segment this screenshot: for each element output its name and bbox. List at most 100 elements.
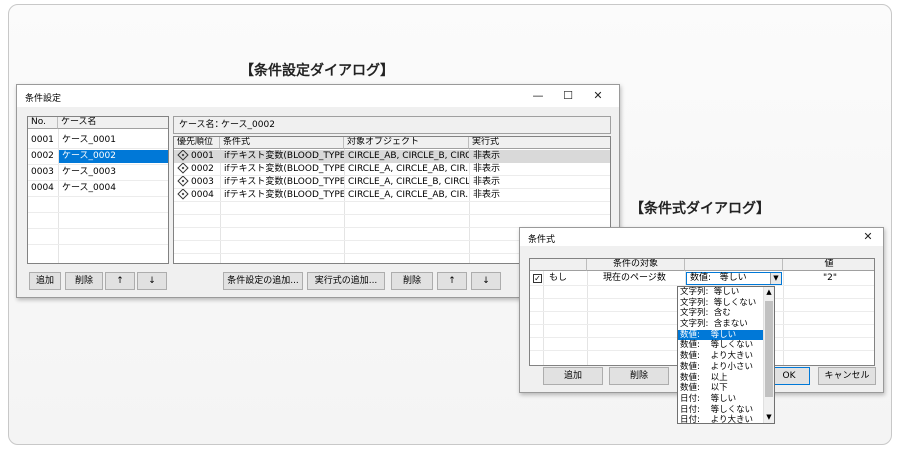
expression-cell: ifテキスト変数(BLOOD_TYPE) ... xyxy=(224,151,344,161)
dropdown-scrollbar[interactable]: ▲ ▼ xyxy=(763,287,774,423)
case-row-selected[interactable]: 0002 ケース_0002 xyxy=(28,149,168,164)
case-name: ケース_0002 xyxy=(59,150,168,163)
add-expression-button[interactable]: 追加 xyxy=(543,367,603,385)
dropdown-option-selected[interactable]: 数値: 等しい xyxy=(678,329,763,341)
close-button[interactable]: ✕ xyxy=(857,229,879,245)
operator-value: 数値: 等しい xyxy=(690,273,747,283)
delete-condition-button[interactable]: 削除 xyxy=(391,272,433,290)
operator-dropdown-list[interactable]: 文字列: 等しい 文字列: 等しくない 文字列: 含む 文字列: 含まない 数値… xyxy=(677,286,775,424)
close-button[interactable]: ✕ xyxy=(587,88,609,104)
case-row[interactable]: 0003 ケース_0003 xyxy=(28,165,168,180)
case-row[interactable]: 0001 ケース_0001 xyxy=(28,133,168,148)
move-case-up-button[interactable]: ↑ xyxy=(105,272,135,290)
dropdown-option[interactable]: 文字列: 等しくない xyxy=(678,298,763,309)
expression-cell: ifテキスト変数(BLOOD_TYPE) ... xyxy=(224,164,344,174)
maximize-button[interactable]: ☐ xyxy=(557,88,579,104)
case-list-header-no[interactable]: No. xyxy=(28,117,58,129)
dropdown-option[interactable]: 数値: 以上 xyxy=(678,373,763,384)
objects-cell: CIRCLE_A, CIRCLE_AB, CIR... xyxy=(348,164,469,174)
add-condition-button[interactable]: 条件設定の追加... xyxy=(223,272,303,290)
expression-dialog-caption: 【条件式ダイアログ】 xyxy=(630,201,770,217)
scroll-down-icon[interactable]: ▼ xyxy=(764,412,774,423)
target-cell[interactable]: 現在のページ数 xyxy=(600,272,666,285)
dropdown-option[interactable]: 日付: 等しくない xyxy=(678,405,763,416)
condition-row[interactable]: 0004 ifテキスト変数(BLOOD_TYPE) ... CIRCLE_A, … xyxy=(174,189,610,202)
case-no: 0003 xyxy=(31,167,54,177)
objects-cell: CIRCLE_A, CIRCLE_AB, CIR... xyxy=(348,190,469,200)
move-condition-down-button[interactable]: ↓ xyxy=(471,272,501,290)
add-case-button[interactable]: 追加 xyxy=(29,272,61,290)
priority-cell: 0004 xyxy=(176,189,214,202)
priority-value: 0003 xyxy=(191,177,214,187)
priority-cell: 0003 xyxy=(176,176,214,189)
exec-cell: 非表示 xyxy=(473,190,501,200)
condition-diamond-icon xyxy=(177,150,189,161)
enable-checkbox[interactable]: ✓ xyxy=(533,274,542,283)
condition-header-exec[interactable]: 実行式 xyxy=(469,137,610,149)
case-no: 0004 xyxy=(31,183,54,193)
case-list[interactable]: No. ケース名 0001 ケース_0001 0002 ケース_0002 000… xyxy=(27,116,169,264)
move-condition-up-button[interactable]: ↑ xyxy=(437,272,467,290)
condition-row[interactable]: 0002 ifテキスト変数(BLOOD_TYPE) ... CIRCLE_A, … xyxy=(174,163,610,176)
dropdown-option[interactable]: 日付: 等しい xyxy=(678,394,763,405)
expression-header-value[interactable]: 値 xyxy=(783,259,874,271)
add-exec-button[interactable]: 実行式の追加... xyxy=(307,272,385,290)
settings-dialog-caption: 【条件設定ダイアログ】 xyxy=(240,63,394,79)
condition-header-expression[interactable]: 条件式 xyxy=(220,137,344,149)
scroll-up-icon[interactable]: ▲ xyxy=(764,287,774,298)
delete-case-button[interactable]: 削除 xyxy=(65,272,103,290)
condition-diamond-icon xyxy=(177,176,189,187)
settings-title: 条件設定 xyxy=(25,94,62,104)
dropdown-option[interactable]: 数値: 等しくない xyxy=(678,340,763,351)
exec-cell: 非表示 xyxy=(473,164,501,174)
case-no: 0002 xyxy=(31,151,54,161)
scroll-thumb[interactable] xyxy=(765,301,773,397)
case-name-bar: ケース名： ケース_0002 xyxy=(173,116,611,134)
exec-cell: 非表示 xyxy=(473,151,501,161)
priority-value: 0002 xyxy=(191,164,214,174)
case-name: ケース_0004 xyxy=(62,183,116,193)
condition-row[interactable]: 0001 ifテキスト変数(BLOOD_TYPE) ... CIRCLE_AB,… xyxy=(174,150,610,163)
cancel-button[interactable]: キャンセル xyxy=(818,367,876,385)
expression-cell: ifテキスト変数(BLOOD_TYPE) ... xyxy=(224,190,344,200)
expression-header-target[interactable]: 条件の対象 xyxy=(587,259,685,271)
condition-row[interactable]: 0003 ifテキスト変数(BLOOD_TYPE) ... CIRCLE_A, … xyxy=(174,176,610,189)
expression-titlebar: 条件式 ✕ xyxy=(520,228,883,246)
priority-value: 0001 xyxy=(191,151,214,161)
if-label: もし xyxy=(549,273,568,283)
objects-cell: CIRCLE_AB, CIRCLE_B, CIRC... xyxy=(348,151,469,161)
minimize-button[interactable]: — xyxy=(527,88,549,104)
objects-cell: CIRCLE_A, CIRCLE_B, CIRCL... xyxy=(348,177,469,187)
case-name: ケース_0003 xyxy=(62,167,116,177)
expression-title: 条件式 xyxy=(528,235,556,245)
expression-row[interactable]: ✓ もし 現在のページ数 数値: 等しい ▼ "2" xyxy=(530,272,874,285)
case-name: ケース_0001 xyxy=(62,135,116,145)
dropdown-option[interactable]: 数値: より大きい xyxy=(678,351,763,362)
dropdown-option[interactable]: 数値: 以下 xyxy=(678,383,763,394)
case-row[interactable]: 0004 ケース_0004 xyxy=(28,181,168,196)
case-name-label: ケース名： xyxy=(179,120,224,130)
case-list-header-name[interactable]: ケース名 xyxy=(58,117,168,129)
delete-expression-button[interactable]: 削除 xyxy=(609,367,669,385)
dropdown-option[interactable]: 文字列: 含む xyxy=(678,308,763,319)
dropdown-option[interactable]: 文字列: 等しい xyxy=(678,287,763,298)
value-cell[interactable]: "2" xyxy=(820,272,837,285)
priority-cell: 0001 xyxy=(176,150,214,163)
condition-header-objects[interactable]: 対象オブジェクト xyxy=(344,137,469,149)
case-name-value: ケース_0002 xyxy=(221,120,275,130)
expression-cell: ifテキスト変数(BLOOD_TYPE) ... xyxy=(224,177,344,187)
dropdown-option[interactable]: 日付: より大きい xyxy=(678,415,763,423)
priority-value: 0004 xyxy=(191,190,214,200)
dropdown-option[interactable]: 文字列: 含まない xyxy=(678,319,763,330)
condition-header-priority[interactable]: 優先順位 xyxy=(174,137,220,149)
move-case-down-button[interactable]: ↓ xyxy=(137,272,167,290)
settings-titlebar: 条件設定 — ☐ ✕ xyxy=(17,85,619,107)
dropdown-option[interactable]: 数値: より小さい xyxy=(678,362,763,373)
chevron-down-icon[interactable]: ▼ xyxy=(770,273,781,284)
case-no: 0001 xyxy=(31,135,54,145)
priority-cell: 0002 xyxy=(176,163,214,176)
operator-select[interactable]: 数値: 等しい ▼ xyxy=(686,272,782,285)
condition-diamond-icon xyxy=(177,163,189,174)
exec-cell: 非表示 xyxy=(473,177,501,187)
condition-diamond-icon xyxy=(177,189,189,200)
